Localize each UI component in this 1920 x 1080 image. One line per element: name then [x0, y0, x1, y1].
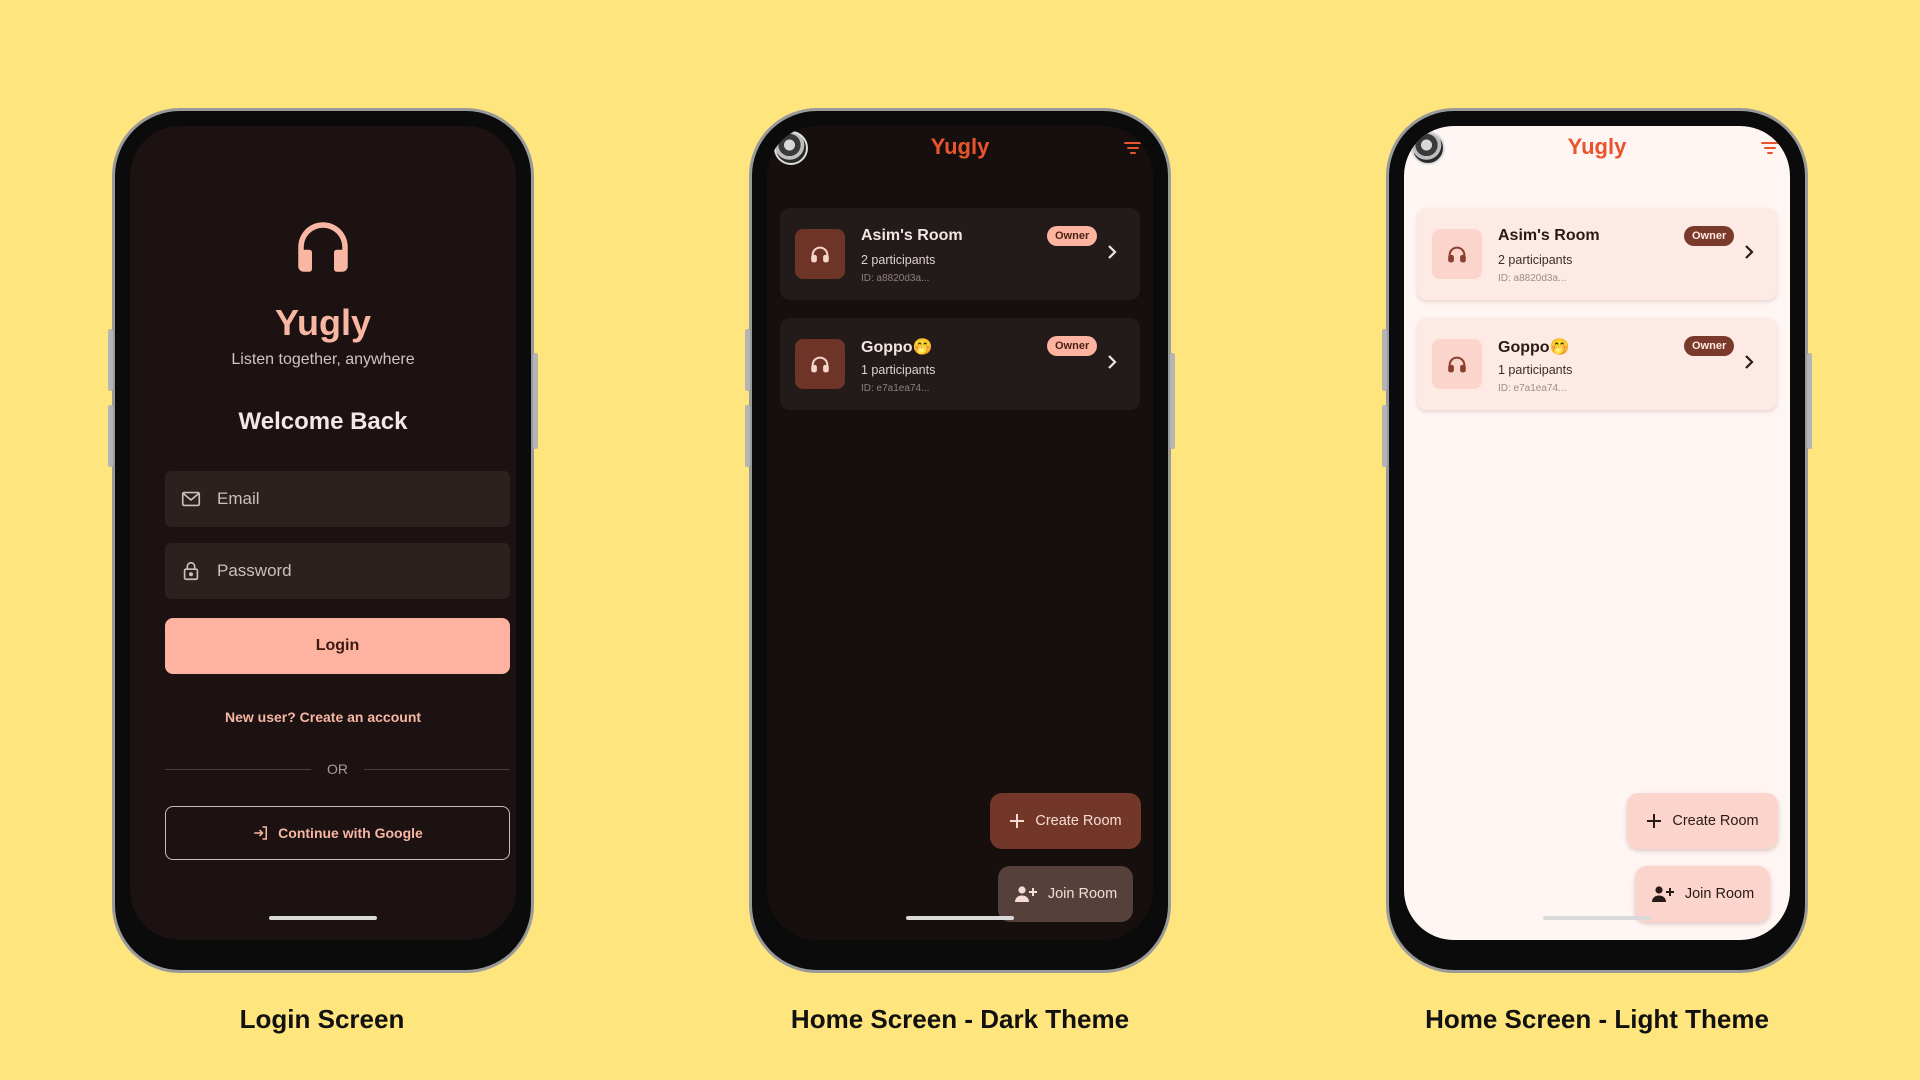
password-field[interactable]: [165, 543, 510, 599]
or-label: OR: [327, 761, 348, 777]
phone-home-light: Yugly Asim's Room 2 participants ID: a88…: [1382, 108, 1812, 973]
headphones-icon: [795, 339, 845, 389]
room-name: Goppo🤭: [1498, 339, 1570, 356]
mail-icon: [179, 487, 203, 511]
room-participants: 1 participants: [1498, 363, 1573, 377]
home-indicator: [1543, 916, 1651, 920]
home-indicator: [269, 916, 377, 920]
join-room-label: Join Room: [1047, 886, 1118, 902]
phone-login: Yugly Listen together, anywhere Welcome …: [108, 108, 538, 973]
lock-icon: [179, 559, 203, 583]
email-input[interactable]: [217, 489, 477, 509]
headphones-icon: [290, 214, 356, 285]
headphones-icon: [1432, 229, 1482, 279]
home-screen-light: Yugly Asim's Room 2 participants ID: a88…: [1404, 126, 1790, 940]
create-room-button[interactable]: Create Room: [1627, 793, 1778, 849]
headphones-icon: [795, 229, 845, 279]
top-app-bar: Yugly: [1404, 126, 1790, 182]
google-signin-label: Continue with Google: [278, 825, 423, 841]
caption-dark: Home Screen - Dark Theme: [790, 1004, 1130, 1034]
headphones-icon: [1432, 339, 1482, 389]
divider-line: [364, 768, 510, 770]
owner-badge: Owner: [1047, 336, 1098, 356]
owner-badge: Owner: [1684, 226, 1735, 246]
caption-login: Login Screen: [239, 1004, 405, 1034]
room-name: Asim's Room: [1498, 227, 1600, 244]
phone-home-dark: Yugly Asim's Room 2 participants ID: a88…: [745, 108, 1175, 973]
signup-link[interactable]: New user? Create an account: [130, 709, 516, 725]
home-indicator: [906, 916, 1014, 920]
room-card[interactable]: Asim's Room 2 participants ID: a8820d3a.…: [1417, 208, 1777, 300]
power-button: [1170, 353, 1175, 449]
room-participants: 1 participants: [861, 363, 936, 377]
google-signin-button[interactable]: Continue with Google: [165, 806, 510, 860]
email-field[interactable]: [165, 471, 510, 527]
owner-badge: Owner: [1047, 226, 1098, 246]
room-card[interactable]: Asim's Room 2 participants ID: a8820d3a.…: [780, 208, 1140, 300]
tagline: Listen together, anywhere: [231, 351, 415, 368]
volume-down-button: [1382, 405, 1387, 467]
create-room-label: Create Room: [1672, 813, 1759, 829]
volume-up-button: [108, 329, 113, 391]
join-room-label: Join Room: [1684, 886, 1755, 902]
power-button: [1807, 353, 1812, 449]
join-room-button[interactable]: Join Room: [1635, 866, 1770, 922]
create-room-button[interactable]: Create Room: [990, 793, 1141, 849]
home-screen-dark: Yugly Asim's Room 2 participants ID: a88…: [767, 126, 1153, 940]
password-input[interactable]: [217, 561, 477, 581]
caption-light: Home Screen - Light Theme: [1425, 1004, 1769, 1034]
top-app-bar: Yugly: [767, 126, 1153, 182]
app-title: Yugly: [930, 134, 990, 159]
room-card[interactable]: Goppo🤭 1 participants ID: e7a1ea74... Ow…: [1417, 318, 1777, 410]
or-divider: OR: [165, 759, 510, 779]
plus-icon: [1009, 813, 1025, 829]
filter-icon[interactable]: [1760, 140, 1780, 161]
welcome-heading: Welcome Back: [238, 408, 408, 435]
chevron-right-icon: [1743, 244, 1755, 265]
owner-badge: Owner: [1684, 336, 1735, 356]
app-title: Yugly: [1567, 134, 1627, 159]
room-participants: 2 participants: [1498, 253, 1573, 267]
chevron-right-icon: [1106, 244, 1118, 265]
volume-up-button: [745, 329, 750, 391]
login-screen: Yugly Listen together, anywhere Welcome …: [130, 126, 516, 940]
app-name: Yugly: [274, 302, 372, 343]
room-card[interactable]: Goppo🤭 1 participants ID: e7a1ea74... Ow…: [780, 318, 1140, 410]
room-participants: 2 participants: [861, 253, 936, 267]
room-name: Goppo🤭: [861, 339, 933, 356]
login-button[interactable]: Login: [165, 618, 510, 674]
divider-line: [165, 768, 311, 770]
chevron-right-icon: [1743, 354, 1755, 375]
create-room-label: Create Room: [1035, 813, 1122, 829]
login-icon: [252, 824, 270, 842]
volume-down-button: [745, 405, 750, 467]
room-name: Asim's Room: [861, 227, 963, 244]
chevron-right-icon: [1106, 354, 1118, 375]
room-id: ID: e7a1ea74...: [861, 383, 930, 394]
plus-icon: [1646, 813, 1662, 829]
add-person-icon: [1014, 884, 1038, 904]
power-button: [533, 353, 538, 449]
filter-icon[interactable]: [1123, 140, 1143, 161]
volume-down-button: [108, 405, 113, 467]
volume-up-button: [1382, 329, 1387, 391]
join-room-button[interactable]: Join Room: [998, 866, 1133, 922]
room-id: ID: a8820d3a...: [1498, 273, 1567, 284]
room-id: ID: a8820d3a...: [861, 273, 930, 284]
add-person-icon: [1651, 884, 1675, 904]
room-id: ID: e7a1ea74...: [1498, 383, 1567, 394]
